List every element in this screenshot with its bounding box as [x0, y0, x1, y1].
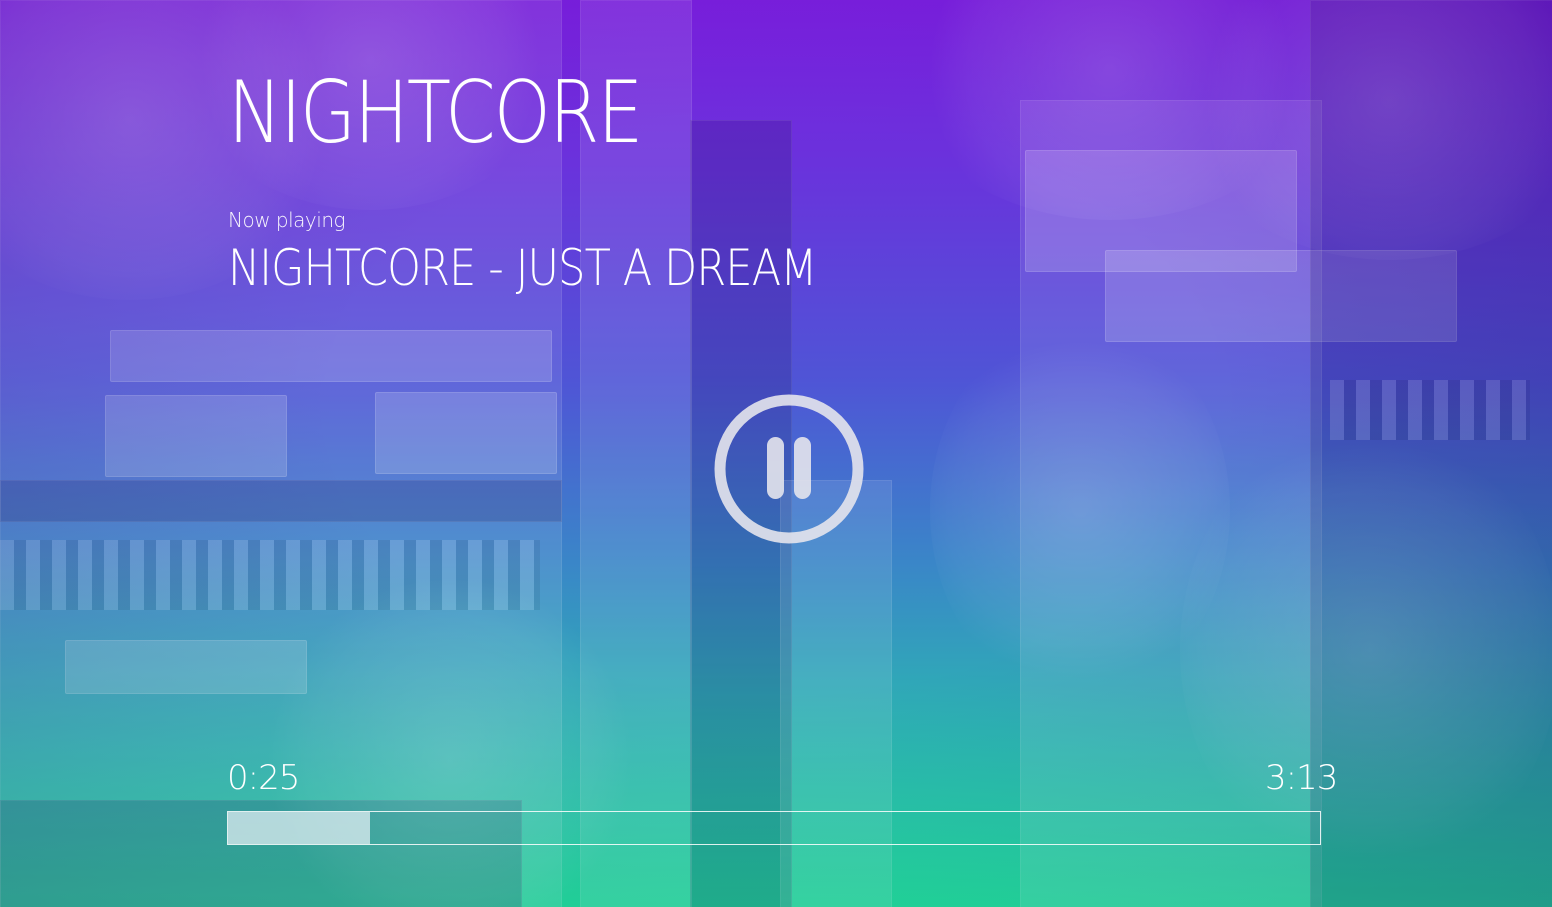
progress-fill — [228, 812, 370, 844]
pause-icon — [714, 394, 864, 544]
now-playing-label: Now playing — [228, 208, 346, 232]
play-pause-button[interactable] — [713, 393, 865, 545]
progress-bar[interactable] — [227, 811, 1321, 845]
total-time: 3:13 — [1265, 758, 1338, 798]
app-title: NIGHTCORE — [228, 63, 644, 163]
track-title: NIGHTCORE - JUST A DREAM — [228, 239, 817, 297]
current-time: 0:25 — [227, 758, 300, 798]
